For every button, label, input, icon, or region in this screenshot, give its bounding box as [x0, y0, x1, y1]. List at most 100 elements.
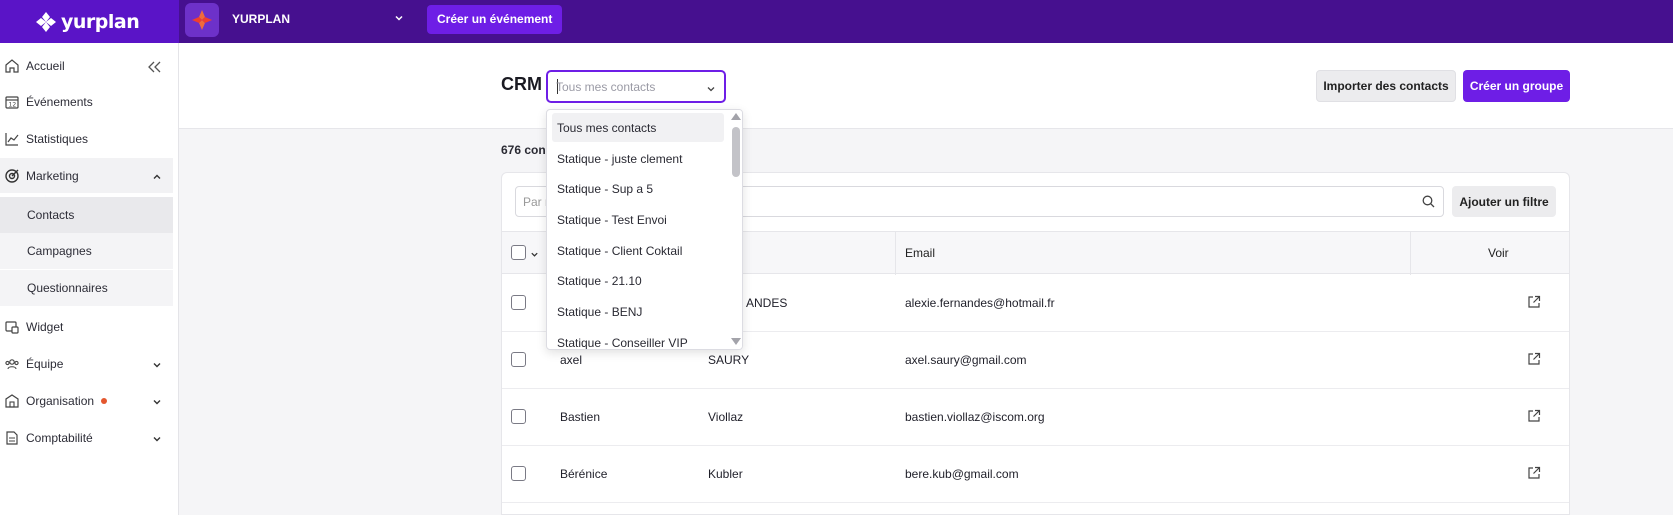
dropdown-option[interactable]: Statique - Conseiller VIP	[552, 328, 724, 350]
dropdown-option-label: Statique - juste clement	[557, 152, 683, 166]
dropdown-option-label: Statique - Test Envoi	[557, 213, 667, 227]
row-checkbox[interactable]	[511, 466, 526, 481]
sidebar-item-label: Comptabilité	[26, 430, 93, 445]
dropdown-option[interactable]: Statique - Sup a 5	[552, 174, 724, 203]
external-link-icon[interactable]	[1527, 352, 1541, 369]
brand-logo[interactable]: yurplan	[0, 0, 179, 43]
chevron-down-icon	[706, 83, 716, 97]
sidebar-item-organisation[interactable]: Organisation	[0, 383, 173, 418]
chevron-down-icon[interactable]	[530, 248, 539, 262]
cell-last-name: Kubler	[708, 467, 743, 481]
yurplan-logo-icon	[35, 11, 57, 33]
sidebar-subitem-label: Questionnaires	[27, 281, 108, 295]
sidebar-subitem-campagnes[interactable]: Campagnes	[0, 233, 173, 269]
cell-email: bastien.viollaz@iscom.org	[905, 410, 1045, 424]
scroll-up-icon[interactable]	[731, 113, 741, 120]
row-checkbox[interactable]	[511, 409, 526, 424]
sidebar-item-comptabilite[interactable]: Comptabilité	[0, 420, 173, 455]
sidebar: Accueil 12 Événements Statistiques Marke…	[0, 43, 179, 515]
contact-group-dropdown: Tous mes contacts Statique - juste cleme…	[546, 109, 743, 350]
external-link-icon[interactable]	[1527, 295, 1541, 312]
svg-text:12: 12	[9, 102, 17, 109]
cell-first-name: Bastien	[560, 410, 601, 424]
external-link-icon[interactable]	[1527, 409, 1541, 426]
column-divider	[895, 232, 896, 275]
scroll-down-icon[interactable]	[731, 338, 741, 345]
import-contacts-button[interactable]: Importer des contacts	[1316, 70, 1456, 102]
sidebar-item-statistiques[interactable]: Statistiques	[0, 121, 173, 156]
sidebar-item-equipe[interactable]: Équipe	[0, 346, 173, 381]
dropdown-option-label: Statique - Sup a 5	[557, 182, 654, 196]
contact-group-select[interactable]: Tous mes contacts	[546, 70, 726, 103]
building-icon	[4, 393, 20, 409]
table-row[interactable]: Bastien Viollaz bastien.viollaz@iscom.or…	[502, 389, 1569, 446]
chevron-up-icon	[152, 171, 162, 185]
sidebar-item-label: Événements	[26, 94, 93, 109]
sidebar-item-label: Accueil	[26, 58, 65, 73]
dropdown-option-label: Tous mes contacts	[557, 121, 657, 135]
sidebar-item-accueil[interactable]: Accueil	[0, 48, 173, 83]
sidebar-item-label: Organisation	[26, 393, 95, 408]
dropdown-option[interactable]: Statique - 21.10	[552, 266, 724, 295]
target-icon	[4, 168, 20, 184]
widget-icon	[4, 319, 20, 335]
create-group-button[interactable]: Créer un groupe	[1463, 70, 1570, 102]
dropdown-option[interactable]: Tous mes contacts	[552, 113, 724, 142]
column-header-view: Voir	[1488, 246, 1509, 260]
chevron-down-icon	[152, 433, 162, 447]
sidebar-subitem-questionnaires[interactable]: Questionnaires	[0, 270, 173, 306]
sidebar-item-evenements[interactable]: 12 Événements	[0, 84, 173, 119]
cell-first-name: Bérénice	[560, 467, 608, 481]
org-avatar[interactable]	[185, 3, 219, 37]
dropdown-option-label: Statique - BENJ	[557, 305, 643, 319]
create-event-button[interactable]: Créer un événement	[427, 5, 563, 34]
chevron-down-icon	[152, 396, 162, 410]
sidebar-item-label: Marketing	[26, 168, 79, 183]
select-all-checkbox[interactable]	[511, 245, 526, 260]
sidebar-subitem-contacts[interactable]: Contacts	[0, 197, 173, 233]
page-title: CRM	[501, 74, 542, 94]
sidebar-item-label: Statistiques	[26, 131, 89, 146]
dropdown-option[interactable]: Statique - Test Envoi	[552, 205, 724, 234]
sidebar-item-marketing[interactable]: Marketing	[0, 158, 173, 193]
document-icon	[4, 430, 20, 446]
team-icon	[4, 356, 20, 372]
add-filter-button[interactable]: Ajouter un filtre	[1452, 186, 1556, 217]
search-icon[interactable]	[1422, 195, 1435, 211]
cell-last-name: ANDES	[746, 296, 788, 310]
dropdown-option[interactable]: Statique - Client Coktail	[552, 236, 724, 265]
column-divider	[1410, 232, 1411, 275]
chart-icon	[4, 131, 20, 147]
row-checkbox[interactable]	[511, 295, 526, 310]
dropdown-option[interactable]: Statique - juste clement	[552, 144, 724, 173]
chevron-down-icon[interactable]	[394, 12, 404, 26]
cell-first-name: axel	[560, 353, 583, 367]
cell-email: bere.kub@gmail.com	[905, 467, 1019, 481]
top-bar: yurplan YURPLAN Créer un événement	[0, 0, 1673, 43]
org-logo-icon	[192, 10, 212, 30]
dropdown-option-label: Statique - Client Coktail	[557, 244, 683, 258]
notification-dot	[101, 398, 107, 404]
external-link-icon[interactable]	[1527, 466, 1541, 483]
sidebar-item-label: Widget	[26, 319, 64, 334]
table-row[interactable]: Bérénice Kubler bere.kub@gmail.com	[502, 446, 1569, 503]
cell-email: alexie.fernandes@hotmail.fr	[905, 296, 1055, 310]
sidebar-subitem-label: Campagnes	[27, 244, 92, 258]
brand-name: yurplan	[61, 10, 140, 33]
column-header-email[interactable]: Email	[905, 246, 935, 260]
scrollbar-thumb[interactable]	[732, 127, 740, 177]
sidebar-item-label: Équipe	[26, 356, 64, 371]
dropdown-option-label: Statique - Conseiller VIP	[557, 336, 688, 350]
sidebar-item-widget[interactable]: Widget	[0, 309, 173, 344]
sidebar-subitem-label: Contacts	[27, 208, 75, 222]
dropdown-option[interactable]: Statique - BENJ	[552, 297, 724, 326]
org-name[interactable]: YURPLAN	[232, 12, 290, 26]
chevron-down-icon	[152, 359, 162, 373]
cell-last-name: Viollaz	[708, 410, 744, 424]
cell-last-name: SAURY	[708, 353, 750, 367]
row-checkbox[interactable]	[511, 352, 526, 367]
home-icon	[4, 58, 20, 74]
dropdown-option-label: Statique - 21.10	[557, 274, 642, 288]
cell-email: axel.saury@gmail.com	[905, 353, 1027, 367]
calendar-icon: 12	[4, 94, 20, 110]
